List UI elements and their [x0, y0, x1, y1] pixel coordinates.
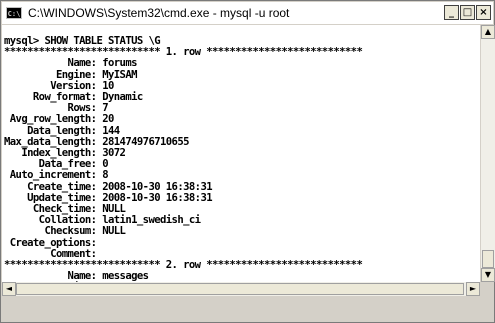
horizontal-scrollbar[interactable]: ◄ ► — [2, 282, 480, 296]
scroll-down-button[interactable]: ▼ — [481, 268, 495, 282]
maximize-button[interactable]: □ — [460, 5, 475, 20]
vertical-scrollbar[interactable]: ▲ ▼ — [480, 25, 495, 282]
scroll-right-button[interactable]: ► — [466, 282, 480, 296]
window-controls: _ □ × — [443, 5, 491, 20]
scroll-left-button[interactable]: ◄ — [2, 282, 16, 296]
window-bottom-area — [2, 296, 493, 321]
minimize-button[interactable]: _ — [444, 5, 459, 20]
cmd-icon[interactable]: C:\ — [6, 7, 22, 19]
horizontal-scroll-thumb[interactable] — [16, 283, 464, 295]
command-prompt-window: C:\ C:\WINDOWS\System32\cmd.exe - mysql … — [0, 0, 495, 323]
close-button[interactable]: × — [476, 5, 491, 20]
window-title: C:\WINDOWS\System32\cmd.exe - mysql -u r… — [28, 6, 290, 20]
scroll-up-button[interactable]: ▲ — [481, 25, 495, 39]
scrollbar-corner — [480, 282, 494, 296]
console-text: mysql> SHOW TABLE STATUS \G ************… — [4, 35, 363, 282]
title-bar[interactable]: C:\ C:\WINDOWS\System32\cmd.exe - mysql … — [2, 2, 493, 24]
console-output[interactable]: mysql> SHOW TABLE STATUS \G ************… — [2, 25, 480, 282]
vertical-scroll-thumb[interactable] — [482, 250, 494, 268]
